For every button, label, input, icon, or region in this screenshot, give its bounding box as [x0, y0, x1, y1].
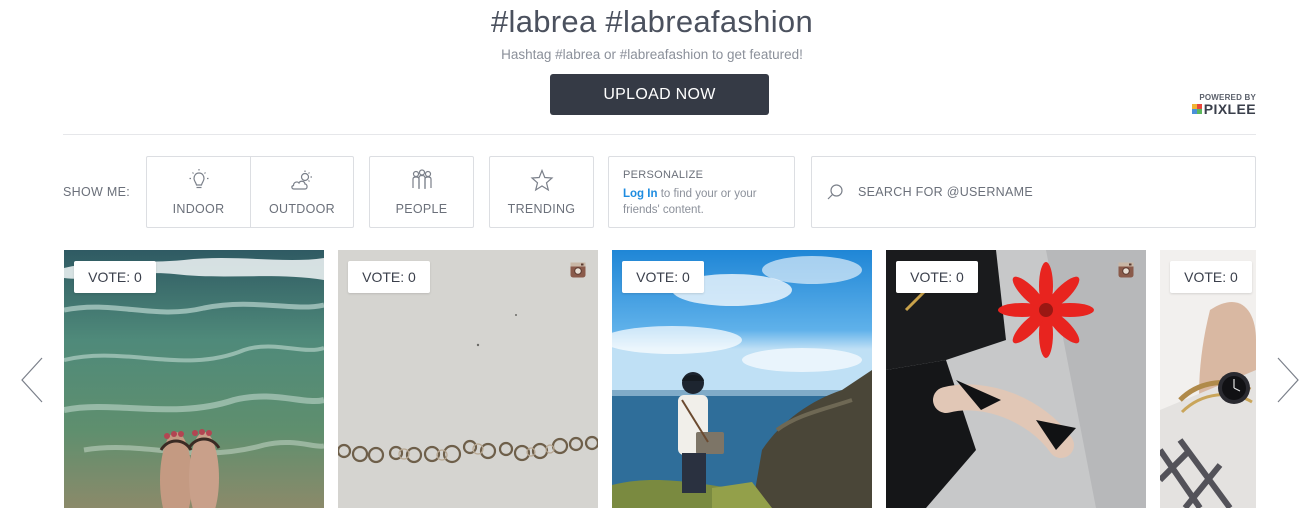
personalize-text: Log In to find your or your friends' con… [623, 186, 780, 218]
search-box [811, 156, 1256, 228]
page-subtitle: Hashtag #labrea or #labreafashion to get… [501, 47, 803, 62]
upload-now-button[interactable]: UPLOAD NOW [550, 74, 769, 115]
photo-card[interactable]: VOTE: 0 [338, 250, 598, 508]
photo-gallery: VOTE: 0 VOTE: 0 VOTE: 0 VOTE: 0 VOTE: 0 [64, 250, 1256, 508]
photo-card[interactable]: VOTE: 0 [64, 250, 324, 508]
filter-group-environment: INDOOR OUTDOOR [146, 156, 354, 228]
powered-by-pixlee[interactable]: POWERED BY PIXLEE [1188, 93, 1256, 116]
header-divider [63, 134, 1256, 135]
show-me-label: SHOW ME: [63, 185, 130, 199]
filter-trending[interactable]: TRENDING [490, 157, 593, 227]
search-input[interactable] [858, 185, 1238, 199]
filter-people-label: PEOPLE [395, 202, 448, 216]
vote-badge[interactable]: VOTE: 0 [896, 261, 978, 293]
chevron-left-icon [21, 357, 43, 403]
instagram-icon[interactable] [1118, 262, 1134, 278]
instagram-icon[interactable] [570, 262, 586, 278]
filter-outdoor-label: OUTDOOR [269, 202, 335, 216]
personalize-title: PERSONALIZE [623, 169, 704, 181]
lightbulb-icon [189, 169, 208, 189]
page-title: #labrea #labreafashion [490, 4, 813, 39]
chevron-right-icon [1277, 357, 1299, 403]
prev-arrow[interactable] [20, 356, 44, 404]
pixlee-logo-icon [1191, 104, 1202, 114]
photo-card[interactable]: VOTE: 0 [612, 250, 872, 508]
filter-indoor[interactable]: INDOOR [147, 157, 250, 227]
photo-card[interactable]: VOTE: 0 [886, 250, 1146, 508]
search-icon [827, 184, 843, 200]
next-arrow[interactable] [1276, 356, 1300, 404]
vote-badge[interactable]: VOTE: 0 [348, 261, 430, 293]
vote-badge[interactable]: VOTE: 0 [1170, 261, 1252, 293]
photo-card[interactable]: VOTE: 0 [1160, 250, 1256, 508]
powered-brand: PIXLEE [1203, 101, 1256, 117]
login-link[interactable]: Log In [623, 188, 658, 200]
people-icon [411, 169, 432, 189]
vote-badge[interactable]: VOTE: 0 [74, 261, 156, 293]
partly-cloudy-icon [291, 170, 312, 190]
filter-trending-label: TRENDING [507, 202, 576, 216]
filter-people[interactable]: PEOPLE [370, 157, 473, 227]
filter-group-trending: TRENDING [489, 156, 594, 228]
personalize-box: PERSONALIZE Log In to find your or your … [608, 156, 795, 228]
filter-group-people: PEOPLE [369, 156, 474, 228]
filter-indoor-label: INDOOR [172, 202, 225, 216]
vote-badge[interactable]: VOTE: 0 [622, 261, 704, 293]
filter-outdoor[interactable]: OUTDOOR [250, 157, 353, 227]
star-icon [530, 168, 553, 192]
